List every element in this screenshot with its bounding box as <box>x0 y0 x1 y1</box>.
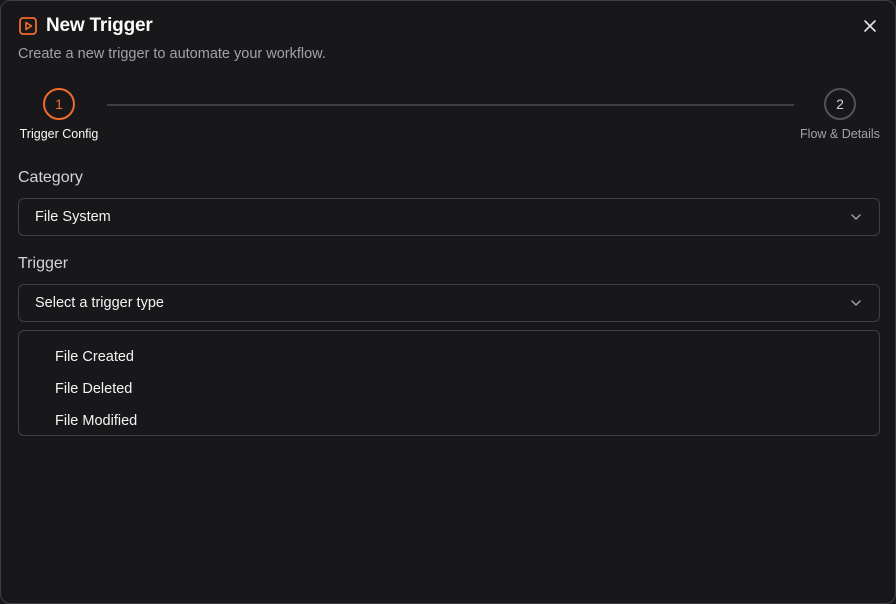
trigger-label: Trigger <box>18 255 69 272</box>
option-file-modified[interactable]: File Modified <box>19 405 879 437</box>
dialog-title: New Trigger <box>46 15 153 36</box>
step-label: Trigger Config <box>19 127 99 141</box>
option-file-deleted[interactable]: File Deleted <box>19 373 879 405</box>
trigger-dropdown-menu: File Created File Deleted File Modified <box>18 330 880 436</box>
chevron-down-icon <box>849 296 863 310</box>
dialog-subtitle: Create a new trigger to automate your wo… <box>18 46 326 62</box>
stepper: 1 Trigger Config 2 Flow & Details <box>18 88 880 144</box>
close-icon <box>863 19 877 33</box>
play-square-icon <box>18 16 38 36</box>
dialog-header: New Trigger <box>18 15 153 37</box>
step-label: Flow & Details <box>800 127 880 141</box>
option-file-created[interactable]: File Created <box>19 341 879 373</box>
category-label: Category <box>18 169 83 186</box>
category-value: File System <box>35 209 111 225</box>
stepper-connector <box>107 104 794 106</box>
chevron-down-icon <box>849 210 863 224</box>
step-number-circle: 2 <box>824 88 856 120</box>
trigger-placeholder: Select a trigger type <box>35 295 164 311</box>
close-button[interactable] <box>861 17 879 35</box>
step-flow-details[interactable]: 2 Flow & Details <box>800 88 880 141</box>
step-trigger-config[interactable]: 1 Trigger Config <box>18 88 100 141</box>
category-select[interactable]: File System <box>18 198 880 236</box>
step-number-circle: 1 <box>43 88 75 120</box>
trigger-select[interactable]: Select a trigger type <box>18 284 880 322</box>
new-trigger-dialog: New Trigger Create a new trigger to auto… <box>0 0 896 604</box>
